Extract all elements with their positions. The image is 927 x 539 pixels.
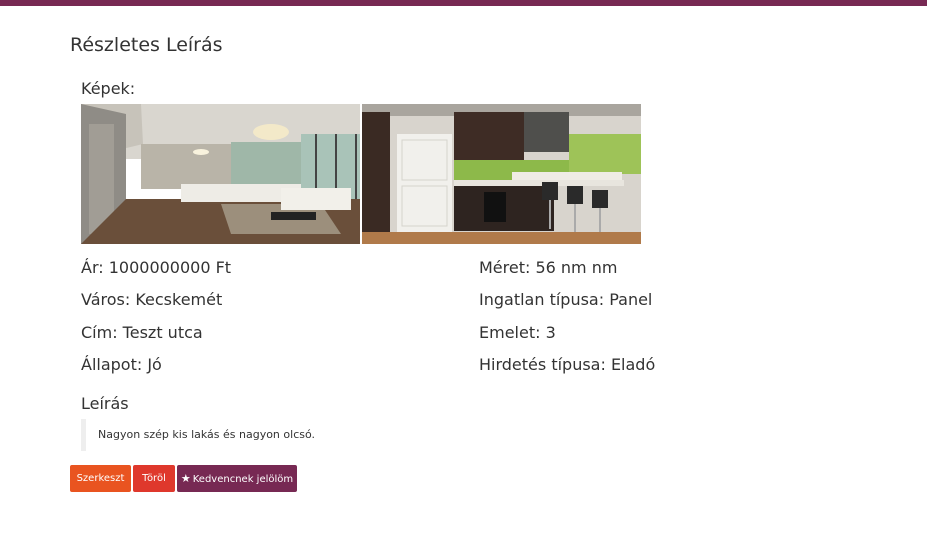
edit-button[interactable]: Szerkeszt: [70, 465, 131, 492]
address-field: Cím: Teszt utca: [81, 323, 203, 342]
top-accent-bar: [0, 0, 927, 6]
edit-button-label: Szerkeszt: [76, 473, 125, 484]
star-icon: ★: [180, 472, 191, 485]
ad-type-field: Hirdetés típusa: Eladó: [479, 355, 656, 374]
living-room-photo[interactable]: [81, 104, 360, 244]
kitchen-photo[interactable]: [362, 104, 641, 244]
property-type-field: Ingatlan típusa: Panel: [479, 290, 653, 309]
condition-field: Állapot: Jó: [81, 355, 162, 374]
city-field: Város: Kecskemét: [81, 290, 223, 309]
images-label: Képek:: [81, 79, 136, 98]
description-heading: Leírás: [81, 394, 129, 413]
delete-button[interactable]: Töröl: [133, 465, 175, 492]
description-text: Nagyon szép kis lakás és nagyon olcsó.: [81, 419, 681, 451]
size-field: Méret: 56 nm nm: [479, 258, 618, 277]
floor-field: Emelet: 3: [479, 323, 556, 342]
favorite-button[interactable]: ★ Kedvencnek jelölöm: [177, 465, 297, 492]
delete-button-label: Töröl: [142, 473, 166, 484]
price-field: Ár: 1000000000 Ft: [81, 258, 232, 277]
favorite-button-label: Kedvencnek jelölöm: [192, 474, 294, 485]
page-title: Részletes Leírás: [70, 34, 223, 56]
